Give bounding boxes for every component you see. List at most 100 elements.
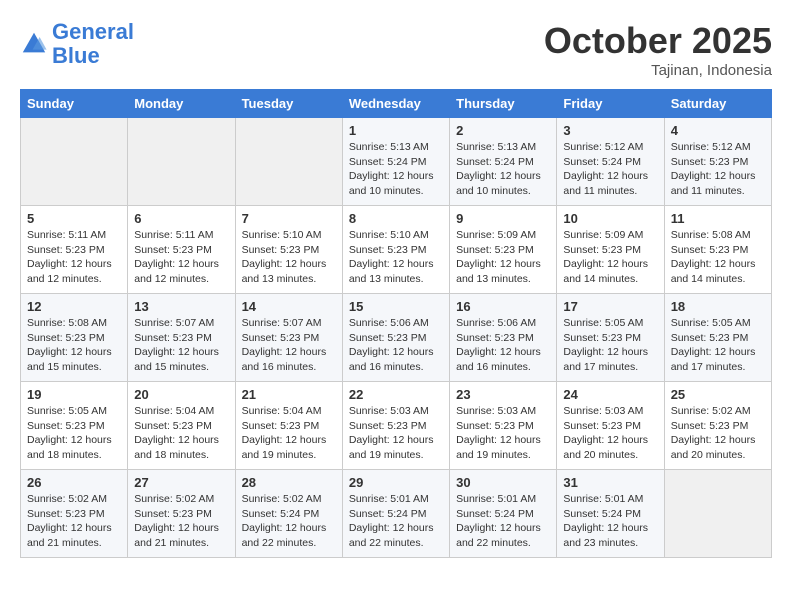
calendar-cell: 27Sunrise: 5:02 AMSunset: 5:23 PMDayligh… <box>128 470 235 558</box>
calendar-cell: 16Sunrise: 5:06 AMSunset: 5:23 PMDayligh… <box>450 294 557 382</box>
day-info: Sunrise: 5:12 AMSunset: 5:24 PMDaylight:… <box>563 140 657 199</box>
calendar-cell: 13 Sunrise: 5:07 AMSunset: 5:23 PMDayligh… <box>128 294 235 382</box>
calendar-cell: 2 Sunrise: 5:13 AMSunset: 5:24 PMDaylight… <box>450 118 557 206</box>
calendar-cell: 30 Sunrise: 5:01 AMSunset: 5:24 PMDayligh… <box>450 470 557 558</box>
day-number: 5 <box>27 211 121 226</box>
day-number: 20 <box>134 387 228 402</box>
day-number: 16 <box>456 299 550 314</box>
calendar-cell: 14Sunrise: 5:07 AMSunset: 5:23 PMDayligh… <box>235 294 342 382</box>
day-info: Sunrise: 5:01 AMSunset: 5:24 PMDaylight:… <box>456 492 550 551</box>
day-number: 29 <box>349 475 443 490</box>
weekday-header-monday: Monday <box>128 90 235 118</box>
calendar-cell: 9 Sunrise: 5:09 AMSunset: 5:23 PMDaylight… <box>450 206 557 294</box>
day-number: 15 <box>349 299 443 314</box>
calendar-cell: 4Sunrise: 5:12 AMSunset: 5:23 PMDaylight… <box>664 118 771 206</box>
day-number: 2 <box>456 123 550 138</box>
location-subtitle: Tajinan, Indonesia <box>544 62 772 79</box>
day-number: 8 <box>349 211 443 226</box>
day-info: Sunrise: 5:02 AMSunset: 5:23 PMDaylight:… <box>671 404 765 463</box>
calendar-cell: 6Sunrise: 5:11 AMSunset: 5:23 PMDaylight… <box>128 206 235 294</box>
calendar-cell: 7 Sunrise: 5:10 AMSunset: 5:23 PMDaylight… <box>235 206 342 294</box>
calendar-cell: 29 Sunrise: 5:01 AMSunset: 5:24 PMDayligh… <box>342 470 449 558</box>
weekday-header-saturday: Saturday <box>664 90 771 118</box>
day-number: 4 <box>671 123 765 138</box>
day-number: 21 <box>242 387 336 402</box>
day-number: 28 <box>242 475 336 490</box>
day-number: 17 <box>563 299 657 314</box>
day-number: 25 <box>671 387 765 402</box>
page-header: General Blue October 2025 Tajinan, Indon… <box>20 20 772 79</box>
calendar-cell <box>235 118 342 206</box>
day-number: 7 <box>242 211 336 226</box>
calendar-cell: 28Sunrise: 5:02 AMSunset: 5:24 PMDayligh… <box>235 470 342 558</box>
day-info: Sunrise: 5:05 AMSunset: 5:23 PMDaylight:… <box>563 316 657 375</box>
day-number: 13 <box>134 299 228 314</box>
day-info: Sunrise: 5:04 AMSunset: 5:23 PMDaylight:… <box>242 404 336 463</box>
calendar-cell: 24Sunrise: 5:03 AMSunset: 5:23 PMDayligh… <box>557 382 664 470</box>
day-info: Sunrise: 5:11 AMSunset: 5:23 PMDaylight:… <box>27 228 121 287</box>
calendar-cell: 3Sunrise: 5:12 AMSunset: 5:24 PMDaylight… <box>557 118 664 206</box>
calendar-cell: 20 Sunrise: 5:04 AMSunset: 5:23 PMDayligh… <box>128 382 235 470</box>
day-info: Sunrise: 5:05 AMSunset: 5:23 PMDaylight:… <box>671 316 765 375</box>
day-info: Sunrise: 5:03 AMSunset: 5:23 PMDaylight:… <box>349 404 443 463</box>
calendar-cell <box>664 470 771 558</box>
day-number: 11 <box>671 211 765 226</box>
calendar-cell: 17 Sunrise: 5:05 AMSunset: 5:23 PMDayligh… <box>557 294 664 382</box>
title-block: October 2025 Tajinan, Indonesia <box>544 20 772 79</box>
day-number: 23 <box>456 387 550 402</box>
logo: General Blue <box>20 20 134 68</box>
day-number: 9 <box>456 211 550 226</box>
day-info: Sunrise: 5:04 AMSunset: 5:23 PMDaylight:… <box>134 404 228 463</box>
weekday-header-row: SundayMondayTuesdayWednesdayThursdayFrid… <box>21 90 772 118</box>
calendar-week-row: 12 Sunrise: 5:08 AMSunset: 5:23 PMDayligh… <box>21 294 772 382</box>
day-info: Sunrise: 5:06 AMSunset: 5:23 PMDaylight:… <box>349 316 443 375</box>
calendar-week-row: 5 Sunrise: 5:11 AMSunset: 5:23 PMDaylight… <box>21 206 772 294</box>
day-info: Sunrise: 5:13 AMSunset: 5:24 PMDaylight:… <box>456 140 550 199</box>
weekday-header-thursday: Thursday <box>450 90 557 118</box>
logo-icon <box>20 30 48 58</box>
calendar-week-row: 26Sunrise: 5:02 AMSunset: 5:23 PMDayligh… <box>21 470 772 558</box>
calendar-cell: 21 Sunrise: 5:04 AMSunset: 5:23 PMDayligh… <box>235 382 342 470</box>
day-number: 1 <box>349 123 443 138</box>
day-number: 22 <box>349 387 443 402</box>
day-info: Sunrise: 5:01 AMSunset: 5:24 PMDaylight:… <box>349 492 443 551</box>
day-info: Sunrise: 5:10 AMSunset: 5:23 PMDaylight:… <box>242 228 336 287</box>
day-info: Sunrise: 5:01 AMSunset: 5:24 PMDaylight:… <box>563 492 657 551</box>
day-info: Sunrise: 5:09 AMSunset: 5:23 PMDaylight:… <box>456 228 550 287</box>
weekday-header-wednesday: Wednesday <box>342 90 449 118</box>
weekday-header-sunday: Sunday <box>21 90 128 118</box>
weekday-header-tuesday: Tuesday <box>235 90 342 118</box>
day-info: Sunrise: 5:07 AMSunset: 5:23 PMDaylight:… <box>134 316 228 375</box>
calendar-week-row: 1 Sunrise: 5:13 AMSunset: 5:24 PMDaylight… <box>21 118 772 206</box>
calendar-cell: 12 Sunrise: 5:08 AMSunset: 5:23 PMDayligh… <box>21 294 128 382</box>
calendar-cell: 26Sunrise: 5:02 AMSunset: 5:23 PMDayligh… <box>21 470 128 558</box>
calendar-cell: 25 Sunrise: 5:02 AMSunset: 5:23 PMDayligh… <box>664 382 771 470</box>
calendar-cell: 15 Sunrise: 5:06 AMSunset: 5:23 PMDayligh… <box>342 294 449 382</box>
day-number: 6 <box>134 211 228 226</box>
calendar-cell <box>21 118 128 206</box>
calendar-cell: 10Sunrise: 5:09 AMSunset: 5:23 PMDayligh… <box>557 206 664 294</box>
calendar-cell: 18 Sunrise: 5:05 AMSunset: 5:23 PMDayligh… <box>664 294 771 382</box>
calendar-cell <box>128 118 235 206</box>
day-info: Sunrise: 5:03 AMSunset: 5:23 PMDaylight:… <box>563 404 657 463</box>
day-info: Sunrise: 5:10 AMSunset: 5:23 PMDaylight:… <box>349 228 443 287</box>
calendar-cell: 22 Sunrise: 5:03 AMSunset: 5:23 PMDayligh… <box>342 382 449 470</box>
calendar-week-row: 19Sunrise: 5:05 AMSunset: 5:23 PMDayligh… <box>21 382 772 470</box>
day-info: Sunrise: 5:13 AMSunset: 5:24 PMDaylight:… <box>349 140 443 199</box>
logo-general: General <box>52 19 134 44</box>
day-number: 31 <box>563 475 657 490</box>
day-info: Sunrise: 5:09 AMSunset: 5:23 PMDaylight:… <box>563 228 657 287</box>
calendar-cell: 19Sunrise: 5:05 AMSunset: 5:23 PMDayligh… <box>21 382 128 470</box>
day-info: Sunrise: 5:07 AMSunset: 5:23 PMDaylight:… <box>242 316 336 375</box>
day-number: 19 <box>27 387 121 402</box>
calendar-cell: 11Sunrise: 5:08 AMSunset: 5:23 PMDayligh… <box>664 206 771 294</box>
calendar-cell: 1 Sunrise: 5:13 AMSunset: 5:24 PMDaylight… <box>342 118 449 206</box>
calendar-cell: 8 Sunrise: 5:10 AMSunset: 5:23 PMDaylight… <box>342 206 449 294</box>
day-number: 30 <box>456 475 550 490</box>
month-title: October 2025 <box>544 20 772 62</box>
logo-blue: Blue <box>52 43 100 68</box>
day-info: Sunrise: 5:08 AMSunset: 5:23 PMDaylight:… <box>27 316 121 375</box>
weekday-header-friday: Friday <box>557 90 664 118</box>
day-number: 12 <box>27 299 121 314</box>
day-number: 18 <box>671 299 765 314</box>
